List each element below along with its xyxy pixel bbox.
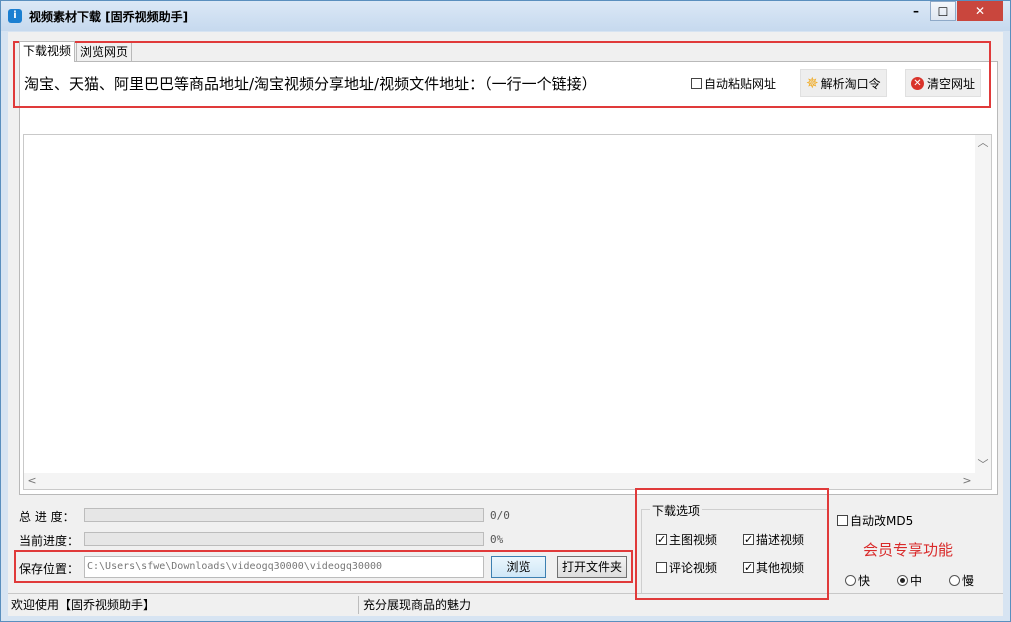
auto-md5-checkbox[interactable]: 自动改MD5 [837, 512, 913, 529]
scroll-left-icon[interactable]: < [24, 473, 40, 489]
horizontal-scrollbar[interactable]: < > [24, 473, 975, 489]
close-button[interactable]: ✕ [957, 1, 1003, 21]
checkbox-box[interactable]: ✓ [743, 562, 754, 573]
desc-video-label: 描述视频 [756, 533, 805, 547]
checkbox-box[interactable] [837, 515, 848, 526]
status-tagline-text: 充分展现商品的魅力 [363, 598, 472, 612]
main-video-label: 主图视频 [669, 533, 718, 547]
parse-button-label: 解析淘口令 [820, 76, 881, 91]
other-video-label: 其他视频 [756, 561, 805, 575]
checkbox-box[interactable] [656, 562, 667, 573]
open-folder-button[interactable]: 打开文件夹 [557, 556, 627, 578]
total-progress-value: 0/0 [490, 509, 510, 522]
desc-video-checkbox[interactable]: ✓ 描述视频 [743, 531, 804, 548]
tab-download-video[interactable]: 下载视频 [19, 41, 76, 62]
speed-slow-label: 慢 [962, 574, 975, 588]
sparkle-icon: ✵ [806, 74, 819, 92]
total-progress-bar [84, 508, 484, 522]
app-info-icon: i [8, 9, 22, 23]
speed-slow-radio[interactable]: 慢 [949, 572, 974, 589]
minimize-button[interactable]: – [903, 1, 929, 21]
save-path-input[interactable]: C:\Users\sfwe\Downloads\videogq30000\vid… [84, 556, 484, 578]
speed-fast-label: 快 [858, 574, 871, 588]
status-divider [358, 596, 359, 614]
current-progress-label: 当前进度： [19, 534, 80, 548]
member-features-label: 会员专享功能 [863, 541, 954, 559]
main-video-checkbox[interactable]: ✓ 主图视频 [656, 531, 717, 548]
auto-paste-label: 自动粘贴网址 [704, 77, 777, 91]
speed-mid-radio[interactable]: 中 [897, 572, 922, 589]
app-window: i 视频素材下载 [固乔视频助手] – ☐ ✕ 下载视频 浏览网页 淘宝、天猫、… [0, 0, 1011, 622]
download-options-group: 下载选项 ✓ 主图视频 ✓ 描述视频 评论视频 ✓ 其他视频 [641, 502, 829, 594]
checkbox-box[interactable] [691, 78, 702, 89]
comment-video-label: 评论视频 [669, 561, 718, 575]
status-welcome-text: 欢迎使用【固乔视频助手】 [11, 598, 156, 612]
radio-circle[interactable] [897, 575, 908, 586]
url-hint-label: 淘宝、天猫、阿里巴巴等商品地址/淘宝视频分享地址/视频文件地址：（一行一个链接） [24, 75, 597, 93]
current-progress-bar [84, 532, 484, 546]
radio-circle[interactable] [845, 575, 856, 586]
auto-paste-checkbox[interactable]: 自动粘贴网址 [691, 75, 776, 92]
other-video-checkbox[interactable]: ✓ 其他视频 [743, 559, 804, 576]
maximize-button[interactable]: ☐ [930, 1, 956, 21]
clear-icon: ✕ [911, 76, 924, 90]
vertical-scrollbar[interactable]: ︿ ﹀ [975, 135, 991, 489]
checkbox-box[interactable]: ✓ [743, 534, 754, 545]
url-textarea[interactable]: ︿ ﹀ < > [23, 134, 992, 490]
speed-mid-label: 中 [910, 574, 923, 588]
browse-button[interactable]: 浏览 [491, 556, 546, 578]
download-options-title: 下载选项 [650, 502, 703, 519]
total-progress-label: 总 进 度： [19, 510, 75, 524]
comment-video-checkbox[interactable]: 评论视频 [656, 559, 717, 576]
auto-md5-label: 自动改MD5 [850, 514, 914, 528]
checkbox-box[interactable]: ✓ [656, 534, 667, 545]
client-area: 下载视频 浏览网页 淘宝、天猫、阿里巴巴等商品地址/淘宝视频分享地址/视频文件地… [8, 32, 1003, 616]
tab-browse-web[interactable]: 浏览网页 [76, 42, 133, 62]
title-bar[interactable]: i 视频素材下载 [固乔视频助手] – ☐ ✕ [1, 1, 1010, 31]
window-title: 视频素材下载 [固乔视频助手] [29, 10, 189, 24]
radio-circle[interactable] [949, 575, 960, 586]
save-location-label: 保存位置： [19, 562, 80, 576]
current-progress-value: 0% [490, 533, 504, 546]
clear-button-label: 清空网址 [927, 76, 976, 91]
scroll-right-icon[interactable]: > [959, 473, 975, 489]
scroll-down-icon[interactable]: ﹀ [975, 457, 991, 473]
download-panel: 淘宝、天猫、阿里巴巴等商品地址/淘宝视频分享地址/视频文件地址：（一行一个链接）… [19, 61, 998, 495]
scroll-up-icon[interactable]: ︿ [975, 135, 991, 151]
clear-urls-button[interactable]: ✕ 清空网址 [905, 69, 982, 97]
status-bar: 欢迎使用【固乔视频助手】 充分展现商品的魅力 [8, 593, 1003, 616]
speed-fast-radio[interactable]: 快 [845, 572, 870, 589]
parse-taokouling-button[interactable]: ✵ 解析淘口令 [800, 69, 887, 97]
